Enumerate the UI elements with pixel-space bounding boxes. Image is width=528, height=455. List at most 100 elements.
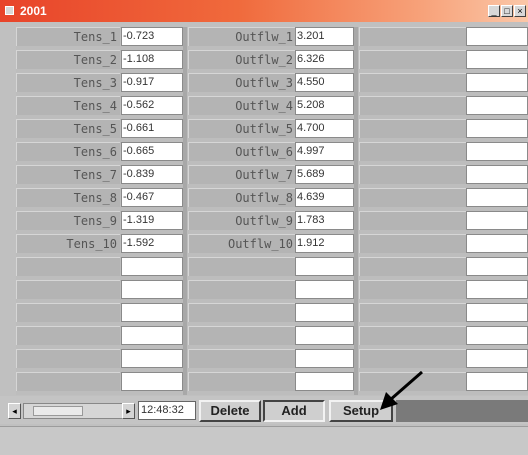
tens-label xyxy=(16,257,120,276)
outflw-value[interactable]: 3.201 xyxy=(295,27,354,46)
table-row: Tens_1 -0.723 Outflw_1 3.201 xyxy=(16,27,528,46)
tens-label: Tens_10 xyxy=(16,234,120,253)
table-row: Tens_4 -0.562 Outflw_4 5.208 xyxy=(16,96,528,115)
table-row: Tens_7 -0.839 Outflw_7 5.689 xyxy=(16,165,528,184)
outflw-value[interactable] xyxy=(295,280,354,299)
table-row xyxy=(16,280,528,299)
outflw-label xyxy=(188,372,296,391)
extra-value[interactable] xyxy=(466,165,528,184)
system-menu-icon[interactable] xyxy=(5,6,14,15)
outflw-label: Outflw_3 xyxy=(188,73,296,92)
outflw-value[interactable] xyxy=(295,303,354,322)
tens-value[interactable]: -1.319 xyxy=(121,211,183,230)
extra-value[interactable] xyxy=(466,303,528,322)
delete-button[interactable]: Delete xyxy=(199,400,261,422)
tens-value[interactable] xyxy=(121,280,183,299)
extra-value[interactable] xyxy=(466,326,528,345)
outflw-label: Outflw_7 xyxy=(188,165,296,184)
tens-label xyxy=(16,326,120,345)
outflw-label xyxy=(188,326,296,345)
table-row: Tens_3 -0.917 Outflw_3 4.550 xyxy=(16,73,528,92)
extra-value[interactable] xyxy=(466,280,528,299)
outflw-value[interactable] xyxy=(295,257,354,276)
tens-value[interactable]: -0.839 xyxy=(121,165,183,184)
extra-value[interactable] xyxy=(466,27,528,46)
tens-value[interactable]: -0.917 xyxy=(121,73,183,92)
extra-label xyxy=(359,234,466,253)
tens-value[interactable] xyxy=(121,257,183,276)
record-scrollbar[interactable] xyxy=(23,403,123,419)
tens-label: Tens_8 xyxy=(16,188,120,207)
outflw-value[interactable]: 4.997 xyxy=(295,142,354,161)
close-icon[interactable]: × xyxy=(514,5,526,17)
extra-value[interactable] xyxy=(466,142,528,161)
extra-label xyxy=(359,280,466,299)
add-button[interactable]: Add xyxy=(263,400,325,422)
scroll-left-icon[interactable]: ◂ xyxy=(8,403,21,419)
table-row xyxy=(16,257,528,276)
outflw-value[interactable]: 6.326 xyxy=(295,50,354,69)
tens-label: Tens_1 xyxy=(16,27,120,46)
table-row: Tens_2 -1.108 Outflw_2 6.326 xyxy=(16,50,528,69)
extra-label xyxy=(359,257,466,276)
extra-value[interactable] xyxy=(466,119,528,138)
outflw-value[interactable]: 4.550 xyxy=(295,73,354,92)
extra-value[interactable] xyxy=(466,73,528,92)
window-title: 2001 xyxy=(20,4,47,18)
extra-value[interactable] xyxy=(466,257,528,276)
tens-value[interactable] xyxy=(121,372,183,391)
extra-label xyxy=(359,27,466,46)
outflw-label: Outflw_2 xyxy=(188,50,296,69)
outflw-value[interactable] xyxy=(295,349,354,368)
outflw-value[interactable]: 5.689 xyxy=(295,165,354,184)
tens-value[interactable]: -0.723 xyxy=(121,27,183,46)
tens-value[interactable] xyxy=(121,349,183,368)
tens-label xyxy=(16,349,120,368)
scroll-thumb[interactable] xyxy=(33,406,83,416)
extra-value[interactable] xyxy=(466,349,528,368)
tens-label: Tens_9 xyxy=(16,211,120,230)
outflw-value[interactable] xyxy=(295,372,354,391)
time-field[interactable]: 12:48:32 xyxy=(138,401,196,420)
outflw-value[interactable]: 1.912 xyxy=(295,234,354,253)
outflw-value[interactable]: 5.208 xyxy=(295,96,354,115)
extra-value[interactable] xyxy=(466,50,528,69)
outflw-label: Outflw_1 xyxy=(188,27,296,46)
tens-value[interactable] xyxy=(121,303,183,322)
outflw-value[interactable]: 1.783 xyxy=(295,211,354,230)
tens-value[interactable]: -0.665 xyxy=(121,142,183,161)
outflw-value[interactable]: 4.700 xyxy=(295,119,354,138)
extra-label xyxy=(359,165,466,184)
extra-label xyxy=(359,96,466,115)
extra-value[interactable] xyxy=(466,188,528,207)
minimize-icon[interactable]: _ xyxy=(488,5,500,17)
outflw-value[interactable]: 4.639 xyxy=(295,188,354,207)
app-window: 2001 _ □ × Tens_1 -0.723 Outflw_1 3.201 Tens… xyxy=(0,0,528,455)
tens-value[interactable]: -0.661 xyxy=(121,119,183,138)
tens-value[interactable]: -0.467 xyxy=(121,188,183,207)
tens-label: Tens_3 xyxy=(16,73,120,92)
outflw-value[interactable] xyxy=(295,326,354,345)
tens-label: Tens_5 xyxy=(16,119,120,138)
table-row: Tens_10 -1.592 Outflw_10 1.912 xyxy=(16,234,528,253)
tens-label xyxy=(16,280,120,299)
tens-label: Tens_4 xyxy=(16,96,120,115)
table-row: Tens_5 -0.661 Outflw_5 4.700 xyxy=(16,119,528,138)
extra-value[interactable] xyxy=(466,234,528,253)
tens-value[interactable]: -0.562 xyxy=(121,96,183,115)
extra-label xyxy=(359,188,466,207)
data-grid: Tens_1 -0.723 Outflw_1 3.201 Tens_2 -1.108 Out… xyxy=(16,27,528,395)
extra-label xyxy=(359,326,466,345)
scroll-right-icon[interactable]: ▸ xyxy=(122,403,135,419)
tens-value[interactable]: -1.108 xyxy=(121,50,183,69)
tens-value[interactable] xyxy=(121,326,183,345)
extra-label xyxy=(359,303,466,322)
tens-value[interactable]: -1.592 xyxy=(121,234,183,253)
title-bar[interactable]: 2001 _ □ × xyxy=(0,0,528,22)
table-row: Tens_9 -1.319 Outflw_9 1.783 xyxy=(16,211,528,230)
maximize-icon[interactable]: □ xyxy=(501,5,513,17)
extra-value[interactable] xyxy=(466,372,528,391)
extra-value[interactable] xyxy=(466,96,528,115)
tens-label xyxy=(16,303,120,322)
extra-value[interactable] xyxy=(466,211,528,230)
